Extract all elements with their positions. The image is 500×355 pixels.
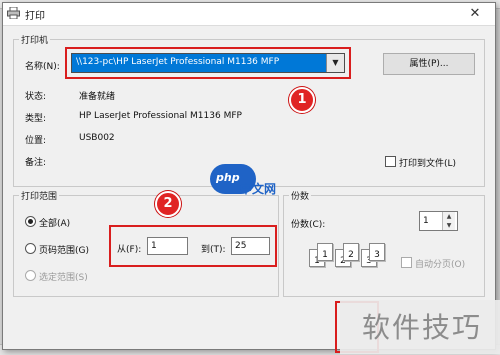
properties-button[interactable]: 属性(P)... bbox=[383, 53, 475, 75]
printer-icon bbox=[7, 7, 20, 19]
from-input[interactable]: 1 bbox=[147, 237, 188, 255]
printer-name-label: 名称(N): bbox=[25, 62, 60, 72]
comment-label: 备注: bbox=[25, 158, 47, 168]
collate-page: 1 bbox=[317, 243, 333, 261]
range-pages-label[interactable]: 页码范围(G) bbox=[39, 243, 89, 256]
printer-group-label: 打印机 bbox=[19, 33, 51, 46]
collate-illustration: 1 1 2 2 3 3 bbox=[309, 243, 395, 273]
spinner-up-icon[interactable]: ▲ bbox=[442, 212, 455, 221]
spinner-down-icon[interactable]: ▼ bbox=[442, 221, 455, 230]
range-selection-radio bbox=[25, 270, 36, 281]
php-logo-text: php bbox=[216, 171, 240, 184]
printer-highlight-box bbox=[65, 47, 351, 79]
location-label: 位置: bbox=[25, 136, 47, 146]
collate-checkbox bbox=[401, 257, 412, 268]
location-value: USB002 bbox=[79, 133, 115, 143]
collate-page: 2 bbox=[343, 243, 359, 261]
close-button[interactable]: ✕ bbox=[455, 3, 495, 25]
to-label: 到(T): bbox=[201, 245, 226, 255]
title-bar: 打印 ✕ bbox=[3, 3, 495, 26]
print-to-file-checkbox[interactable] bbox=[385, 156, 396, 167]
collate-page: 3 bbox=[369, 243, 385, 261]
type-label: 类型: bbox=[25, 114, 47, 124]
copies-count-value: 1 bbox=[423, 216, 429, 226]
type-value: HP LaserJet Professional M1136 MFP bbox=[79, 111, 242, 121]
collate-label: 自动分页(O) bbox=[415, 260, 466, 270]
status-label: 状态: bbox=[25, 92, 47, 102]
range-all-radio[interactable] bbox=[25, 216, 36, 227]
range-pages-radio[interactable] bbox=[25, 243, 36, 254]
dialog-title: 打印 bbox=[25, 11, 45, 22]
copies-group-label: 份数 bbox=[289, 189, 312, 202]
print-to-file-label[interactable]: 打印到文件(L) bbox=[399, 156, 456, 169]
range-all-label[interactable]: 全部(A) bbox=[39, 216, 70, 229]
step-badge-1: 1 bbox=[289, 87, 315, 113]
from-label: 从(F): bbox=[117, 245, 142, 255]
php-logo-cn-text: 中文网 bbox=[240, 182, 277, 196]
print-range-group-label: 打印范围 bbox=[19, 189, 60, 202]
step-badge-2: 2 bbox=[155, 191, 181, 217]
copies-count-label: 份数(C): bbox=[291, 220, 326, 230]
status-value: 准备就绪 bbox=[79, 92, 116, 102]
watermark-text: 软件技巧 bbox=[362, 311, 483, 344]
range-selection-label: 选定范围(S) bbox=[39, 273, 88, 283]
to-input[interactable]: 25 bbox=[231, 237, 270, 255]
